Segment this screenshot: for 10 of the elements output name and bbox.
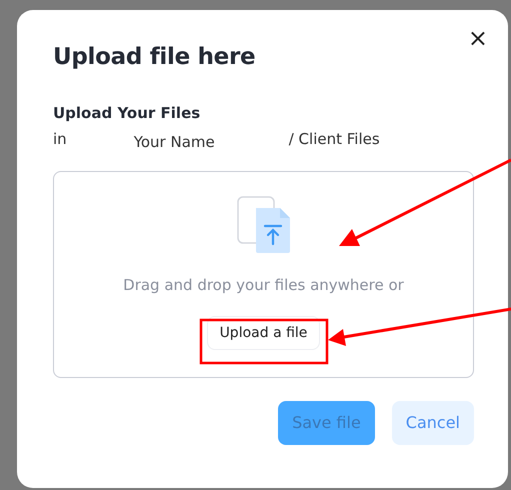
dialog-title: Upload file here (53, 44, 256, 72)
path-prefix: in (53, 129, 67, 150)
drop-hint: Drag and drop your files anywhere or (123, 274, 404, 296)
file-upload-icon (236, 196, 290, 254)
owner-name: Your Name (134, 132, 215, 154)
folder-path: / Client Files (288, 129, 380, 150)
upload-button[interactable]: Upload a file (206, 316, 320, 350)
drop-zone[interactable]: Drag and drop your files anywhere or Upload a file (53, 170, 474, 378)
close-button[interactable]: × (464, 24, 492, 52)
section-heading: Upload Your Files (53, 102, 202, 124)
